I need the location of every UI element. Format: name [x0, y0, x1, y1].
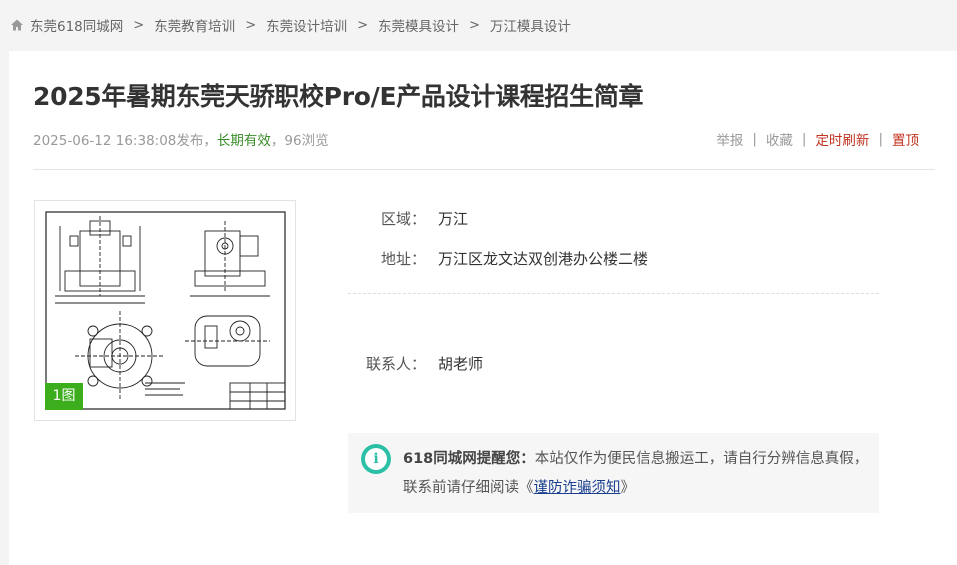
breadcrumb-item-wanjiang-mold[interactable]: 万江模具设计 [490, 15, 571, 35]
address-label: 地址： [380, 249, 426, 268]
contact-value: 胡老师 [438, 354, 484, 373]
address-value: 万江区龙文达双创港办公楼二楼 [438, 249, 649, 268]
area-row: 区域： 万江 [348, 206, 468, 230]
notice-brand: 618同城网提醒您： [403, 451, 535, 467]
header-divider [33, 169, 935, 170]
publish-time: 2025-06-12 16:38:08 [33, 133, 177, 149]
meta-comma: ， [203, 133, 217, 149]
listing-photo[interactable]: 1图 [34, 200, 296, 421]
breadcrumb: 东莞618同城网 > 东莞教育培训 > 东莞设计培训 > 东莞模具设计 > 万江… [10, 14, 571, 36]
engineering-drawing-image [45, 211, 286, 410]
breadcrumb-separator: > [469, 17, 480, 33]
action-separator: | [878, 131, 883, 147]
breadcrumb-item-design-training[interactable]: 东莞设计培训 [266, 15, 347, 35]
action-separator: | [752, 131, 757, 147]
photo-count-badge: 1图 [45, 383, 83, 410]
listing-actions: 举报 | 收藏 | 定时刷新 | 置顶 [716, 129, 919, 149]
listing-meta: 2025-06-12 16:38:08发布，长期有效，96浏览 [33, 129, 329, 149]
breadcrumb-item-city[interactable]: 东莞618同城网 [30, 15, 123, 35]
timed-refresh-link[interactable]: 定时刷新 [815, 129, 869, 149]
notice-link-close: 》 [620, 480, 636, 496]
breadcrumb-item-education[interactable]: 东莞教育培训 [154, 15, 235, 35]
contact-label: 联系人： [365, 354, 426, 373]
notice-text: 618同城网提醒您：本站仅作为便民信息搬运工，请自行分辨信息真假，联系前请仔细阅… [403, 445, 873, 503]
listing-panel: 2025年暑期东莞天骄职校Pro/E产品设计课程招生简章 2025-06-12 … [9, 51, 957, 565]
info-icon: i [361, 444, 391, 474]
info-divider [348, 293, 879, 294]
area-value: 万江 [438, 209, 469, 228]
breadcrumb-separator: > [357, 17, 368, 33]
contact-row: 联系人： 胡老师 [348, 351, 483, 375]
validity-status: 长期有效 [216, 133, 271, 149]
breadcrumb-separator: > [133, 17, 145, 33]
notice-link-open: 《 [519, 480, 534, 496]
meta-comma: ， [270, 133, 285, 149]
publish-suffix: 发布 [176, 133, 204, 149]
home-icon[interactable] [10, 18, 24, 32]
pin-top-link[interactable]: 置顶 [892, 129, 919, 149]
report-link[interactable]: 举报 [716, 129, 743, 149]
action-separator: | [801, 131, 807, 147]
anti-fraud-link[interactable]: 谨防诈骗须知 [534, 480, 621, 496]
address-row: 地址： 万江区龙文达双创港办公楼二楼 [348, 246, 648, 270]
breadcrumb-item-mold-design[interactable]: 东莞模具设计 [378, 15, 459, 35]
favorite-link[interactable]: 收藏 [766, 129, 793, 149]
area-label: 区域： [380, 209, 426, 228]
view-count: 96浏览 [284, 133, 329, 149]
page-title: 2025年暑期东莞天骄职校Pro/E产品设计课程招生简章 [33, 82, 644, 111]
safety-notice: i 618同城网提醒您：本站仅作为便民信息搬运工，请自行分辨信息真假，联系前请仔… [348, 433, 879, 513]
breadcrumb-separator: > [245, 17, 257, 33]
